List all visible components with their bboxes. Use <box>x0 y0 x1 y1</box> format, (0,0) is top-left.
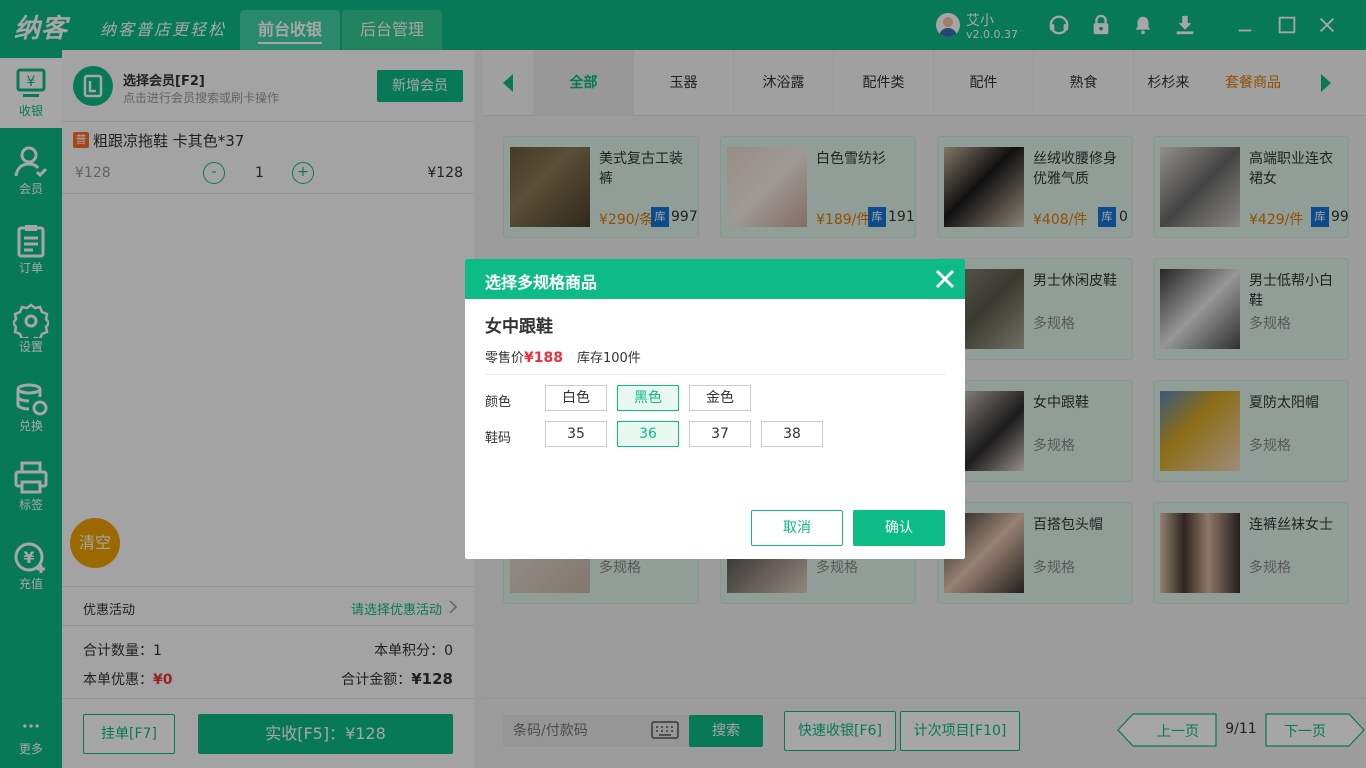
dialog-product-name: 女中跟鞋 <box>485 317 553 337</box>
stock-value: 库存100件 <box>576 351 641 366</box>
price-label: 零售价 <box>485 351 525 366</box>
cancel-button[interactable]: 取消 <box>751 510 843 546</box>
color-label: 颜色 <box>485 395 512 410</box>
dialog-close-icon[interactable] <box>933 267 957 291</box>
color-option[interactable]: 白色 <box>545 385 607 411</box>
size-option[interactable]: 35 <box>545 421 607 447</box>
size-option[interactable]: 37 <box>689 421 751 447</box>
size-option[interactable]: 38 <box>761 421 823 447</box>
confirm-button[interactable]: 确认 <box>853 510 945 546</box>
color-option-selected[interactable]: 黑色 <box>617 385 679 411</box>
price-value: ¥188 <box>524 350 563 366</box>
dialog-price-row: 零售价¥188 库存100件 <box>485 347 641 366</box>
size-option-selected[interactable]: 36 <box>617 421 679 447</box>
dialog-header: 选择多规格商品 <box>465 259 965 299</box>
size-label: 鞋码 <box>485 431 512 446</box>
spec-select-dialog: 选择多规格商品 女中跟鞋 零售价¥188 库存100件 颜色 白色 黑色 金色 鞋… <box>465 259 965 559</box>
divider <box>485 374 945 375</box>
dialog-title: 选择多规格商品 <box>485 273 598 292</box>
color-option[interactable]: 金色 <box>689 385 751 411</box>
